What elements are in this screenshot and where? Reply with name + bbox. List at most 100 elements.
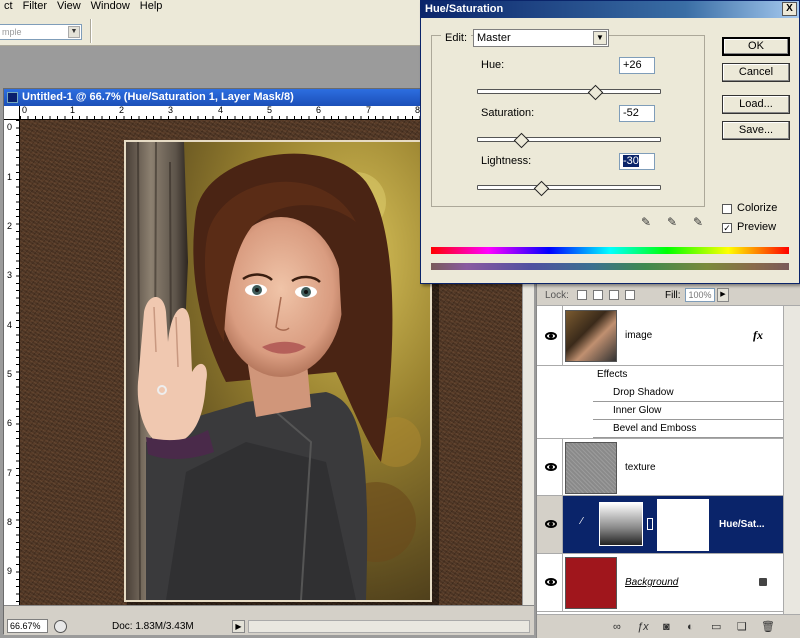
- menu-help[interactable]: Help: [136, 0, 169, 13]
- lock-transparent-icon[interactable]: [577, 290, 587, 300]
- vertical-ruler[interactable]: 0 1 2 3 4 5 6 7 8 9: [4, 120, 20, 605]
- photoshop-doc-icon: [7, 92, 18, 103]
- colorize-checkbox[interactable]: [722, 204, 732, 214]
- eyedropper-plus-icon[interactable]: ✎: [667, 215, 681, 229]
- lock-position-icon[interactable]: [609, 290, 619, 300]
- preview-checkbox[interactable]: ✓: [722, 223, 732, 233]
- portrait-illustration: [126, 142, 430, 600]
- ruler-h-label: 1: [70, 105, 76, 115]
- effect-name: Drop Shadow: [613, 387, 674, 398]
- eye-icon[interactable]: [545, 463, 557, 471]
- visibility-toggle[interactable]: [537, 439, 563, 495]
- effects-row[interactable]: Effects: [563, 366, 783, 384]
- fx-icon[interactable]: fx: [753, 328, 763, 343]
- ruler-v-label: 5: [7, 369, 13, 379]
- hue-label: Hue:: [481, 59, 505, 71]
- ruler-h-label: 7: [366, 105, 372, 115]
- edit-select[interactable]: Master ▼: [473, 29, 609, 47]
- eyedropper-icon[interactable]: ✎: [641, 215, 655, 229]
- link-icon[interactable]: [647, 518, 653, 530]
- ruler-h-label: 0: [22, 105, 28, 115]
- effect-name: Inner Glow: [613, 405, 662, 416]
- lightness-slider[interactable]: [477, 180, 661, 197]
- lock-icon: [759, 578, 767, 586]
- saturation-slider[interactable]: [477, 132, 661, 149]
- effect-drop-shadow[interactable]: Drop Shadow: [593, 384, 783, 402]
- visibility-toggle[interactable]: [537, 496, 563, 553]
- document-title: Untitled-1 @ 66.7% (Hue/Saturation 1, La…: [22, 91, 294, 103]
- trash-icon[interactable]: 🗑: [761, 621, 775, 633]
- lock-label: Lock:: [545, 290, 569, 301]
- lightness-input[interactable]: -30: [619, 153, 655, 170]
- visibility-toggle[interactable]: [537, 306, 563, 365]
- horizontal-scrollbar[interactable]: [248, 620, 530, 633]
- sample-combo[interactable]: mple ▼: [0, 24, 82, 40]
- ruler-v-label: 6: [7, 418, 13, 428]
- layers-scrollbar[interactable]: [783, 306, 800, 614]
- menu-filter[interactable]: Filter: [19, 0, 53, 13]
- lock-image-icon[interactable]: [593, 290, 603, 300]
- saturation-label: Saturation:: [481, 107, 535, 119]
- adjustment-icon: [599, 502, 643, 546]
- input-color-bar: [431, 247, 789, 254]
- options-bar: mple ▼: [0, 13, 420, 46]
- layer-mask-thumbnail[interactable]: [657, 499, 709, 551]
- ruler-v-label: 8: [7, 517, 13, 527]
- eye-icon[interactable]: [545, 520, 557, 528]
- ruler-v-label: 9: [7, 566, 13, 576]
- saturation-input[interactable]: -52: [619, 105, 655, 122]
- layer-name: Background: [625, 577, 679, 588]
- add-style-icon[interactable]: ƒx: [637, 621, 649, 633]
- lightness-value: -30: [623, 155, 639, 167]
- eye-icon[interactable]: [545, 332, 557, 340]
- ruler-v-label: 0: [7, 122, 13, 132]
- effect-inner-glow[interactable]: Inner Glow: [593, 402, 783, 420]
- brush-icon: ⁄: [581, 516, 583, 527]
- layer-thumbnail: [565, 557, 617, 609]
- layer-background[interactable]: Background: [537, 554, 783, 612]
- chevron-down-icon[interactable]: ▼: [68, 26, 80, 38]
- effect-bevel-emboss[interactable]: Bevel and Emboss: [593, 420, 783, 438]
- preview-label: Preview: [737, 221, 777, 233]
- menu-window[interactable]: Window: [87, 0, 136, 13]
- dialog-title[interactable]: Hue/Saturation: [421, 1, 799, 18]
- ruler-v-label: 1: [7, 172, 13, 182]
- status-info-icon[interactable]: [54, 620, 67, 633]
- hue-saturation-dialog: Hue/Saturation X Edit: Master ▼ Hue: +26…: [420, 0, 800, 284]
- ok-button[interactable]: OK: [722, 37, 790, 56]
- fill-arrow-icon[interactable]: ▶: [717, 288, 729, 302]
- hue-slider[interactable]: [477, 84, 661, 101]
- ruler-v-label: 4: [7, 320, 13, 330]
- new-layer-icon[interactable]: ❑: [737, 621, 747, 633]
- new-adjustment-icon[interactable]: ◐: [687, 621, 694, 633]
- toolbar-separator: [90, 19, 92, 43]
- status-menu-arrow-icon[interactable]: ▶: [232, 620, 245, 633]
- chevron-down-icon[interactable]: ▼: [593, 31, 607, 45]
- saturation-value: -52: [623, 107, 639, 119]
- ruler-h-label: 6: [316, 105, 322, 115]
- cancel-button[interactable]: Cancel: [722, 63, 790, 82]
- save-button[interactable]: Save...: [722, 121, 790, 140]
- lightness-label: Lightness:: [481, 155, 532, 167]
- hue-input[interactable]: +26: [619, 57, 655, 74]
- lock-all-icon[interactable]: [625, 290, 635, 300]
- visibility-toggle[interactable]: [537, 554, 563, 611]
- close-button[interactable]: X: [782, 2, 797, 16]
- eye-icon[interactable]: [545, 578, 557, 586]
- zoom-field[interactable]: 66.67%: [7, 619, 48, 633]
- adjustment-group: [431, 35, 705, 207]
- menu-edit[interactable]: ct: [0, 0, 19, 13]
- fill-input[interactable]: 100%: [685, 288, 715, 302]
- load-button[interactable]: Load...: [722, 95, 790, 114]
- add-mask-icon[interactable]: ◙: [663, 621, 670, 633]
- layer-image[interactable]: image fx: [537, 306, 783, 366]
- link-layers-icon[interactable]: ∞: [613, 621, 621, 633]
- ruler-origin[interactable]: [4, 106, 20, 120]
- ruler-h-label: 2: [119, 105, 125, 115]
- colorize-label: Colorize: [737, 202, 778, 214]
- layer-hue-saturation[interactable]: ⁄ Hue/Sat...: [537, 496, 783, 554]
- layer-texture[interactable]: texture: [537, 438, 783, 496]
- new-group-icon[interactable]: ▭: [711, 621, 721, 633]
- menu-view[interactable]: View: [53, 0, 87, 13]
- eyedropper-minus-icon[interactable]: ✎: [693, 215, 707, 229]
